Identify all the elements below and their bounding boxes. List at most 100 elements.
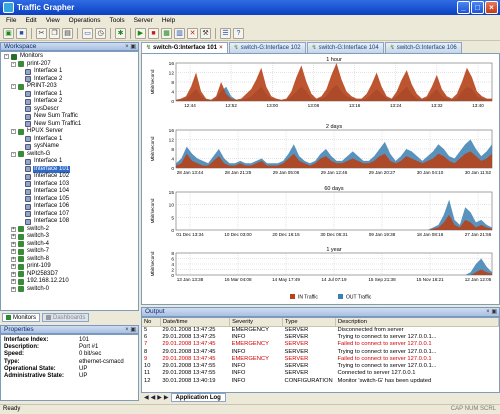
properties-icon[interactable]: ▥ <box>174 27 185 39</box>
tree-node[interactable]: - print-207 <box>1 61 138 69</box>
tree-node[interactable]: Interface 108 <box>1 218 138 226</box>
output-close-icon[interactable]: × ▣ <box>486 308 497 316</box>
expand-icon[interactable]: + <box>11 226 16 232</box>
table-row[interactable]: 6 29.01.2008 13:47:25 INFO SERVER Trying to … <box>142 333 499 340</box>
tree-node[interactable]: Interface 2 <box>1 76 138 84</box>
tree-node[interactable]: New Sum Traffic <box>1 113 138 121</box>
tree-node[interactable]: New Sum Traffic1 <box>1 121 138 129</box>
prev-page-icon[interactable]: ◀ <box>151 394 156 401</box>
expand-icon[interactable]: + <box>11 241 16 247</box>
tree-node[interactable]: - switch-G <box>1 151 138 159</box>
tree-node[interactable]: Interface 106 <box>1 203 138 211</box>
tree-node[interactable]: Interface 1 <box>1 68 138 76</box>
table-row[interactable]: 11 29.01.2008 13:47:55 INFO SERVER Connected… <box>142 370 499 377</box>
table-row[interactable]: 7 29.01.2008 13:47:45 EMERGENCY SERVER Faile… <box>142 341 499 348</box>
tree-node[interactable]: Interface 1 <box>1 91 138 99</box>
collapse-icon[interactable]: - <box>11 129 16 135</box>
tree-node[interactable]: Interface 107 <box>1 211 138 219</box>
tree-node[interactable]: + switch-4 <box>1 241 138 249</box>
monitors-tab[interactable]: Monitors <box>2 313 41 322</box>
tree-node[interactable]: Interface 102 <box>1 173 138 181</box>
close-tab-icon[interactable]: × <box>219 43 223 53</box>
tree-node[interactable]: - HPUX Server <box>1 128 138 136</box>
tree-node[interactable]: Interface 1 <box>1 136 138 144</box>
tree-node[interactable]: + switch-2 <box>1 226 138 234</box>
menu-help[interactable]: Help <box>162 15 175 26</box>
table-row[interactable]: 5 29.01.2008 13:47:25 EMERGENCY SERVER Disco… <box>142 326 499 333</box>
clock-icon[interactable]: ◷ <box>95 27 106 39</box>
tree-node[interactable]: Interface 104 <box>1 188 138 196</box>
tree-node[interactable]: Interface 1 <box>1 158 138 166</box>
tree-node[interactable]: + switch-8 <box>1 256 138 264</box>
tab-4[interactable]: ↯ switch-G:Interface 106 <box>384 42 462 53</box>
tree-node[interactable]: Interface 105 <box>1 196 138 204</box>
workspace-tree[interactable]: - Monitors - print-207 Interface 1 Interface … <box>0 51 139 311</box>
network-icon[interactable]: ✱ <box>115 27 126 39</box>
tree-node[interactable]: Interface 103 <box>1 181 138 189</box>
menu-server[interactable]: Server <box>134 15 153 26</box>
delete-icon[interactable]: ✕ <box>187 27 198 39</box>
open-icon[interactable]: ▣ <box>3 27 14 39</box>
tree-node[interactable]: sysDescr <box>1 106 138 114</box>
paste-icon[interactable]: ▤ <box>62 27 73 39</box>
tree-node[interactable]: sysName <box>1 143 138 151</box>
expand-icon[interactable]: + <box>11 256 16 262</box>
title-bar[interactable]: Traffic Grapher _ □ × <box>0 0 500 15</box>
table-row[interactable]: 10 29.01.2008 13:47:55 INFO SERVER Trying to… <box>142 362 499 369</box>
menu-edit[interactable]: Edit <box>25 15 36 26</box>
tree-node[interactable]: + NPI2583D7 <box>1 271 138 279</box>
list-icon[interactable]: ☰ <box>220 27 231 39</box>
add-monitor-icon[interactable]: ▦ <box>161 27 172 39</box>
table-row[interactable]: 9 29.01.2008 13:47:45 EMERGENCY SERVER Faile… <box>142 355 499 362</box>
close-button[interactable]: × <box>485 1 498 14</box>
copy-icon[interactable]: ❐ <box>49 27 60 39</box>
next-page-icon[interactable]: ▶ <box>157 394 162 401</box>
column-header[interactable]: Type <box>282 318 336 327</box>
tree-node[interactable]: + switch-7 <box>1 248 138 256</box>
column-header[interactable]: Date/time <box>160 318 231 327</box>
collapse-icon[interactable]: - <box>4 54 9 60</box>
first-page-icon[interactable]: ◀ <box>144 394 149 401</box>
cut-icon[interactable]: ✂ <box>36 27 47 39</box>
tab-1[interactable]: ↯ switch-G:Interface 101 × <box>141 42 228 53</box>
monitor-icon[interactable]: ▭ <box>82 27 93 39</box>
play-icon[interactable]: ▶ <box>135 27 146 39</box>
tree-node[interactable]: Interface 2 <box>1 98 138 106</box>
table-row[interactable]: 12 30.01.2008 13:40:19 INFO CONFIGURATION Mo… <box>142 377 499 384</box>
tree-node[interactable]: + switch-3 <box>1 233 138 241</box>
tree-node[interactable]: Interface 101 <box>1 165 138 173</box>
menu-tools[interactable]: Tools <box>109 15 124 26</box>
help-icon[interactable]: ? <box>233 27 244 39</box>
tree-node[interactable]: + switch-0 <box>1 286 138 294</box>
column-header[interactable]: No <box>142 318 161 327</box>
workspace-close-icon[interactable]: × ▣ <box>125 43 136 51</box>
minimize-button[interactable]: _ <box>457 1 470 14</box>
tree-node[interactable]: - Monitors <box>1 53 138 61</box>
menu-view[interactable]: View <box>46 15 60 26</box>
dashboards-tab[interactable]: Dashboards <box>42 313 90 322</box>
collapse-icon[interactable]: - <box>11 84 16 90</box>
expand-icon[interactable]: + <box>11 234 16 240</box>
expand-icon[interactable]: + <box>11 279 16 285</box>
tree-node[interactable]: +192.168.12.210 <box>1 278 138 286</box>
save-icon[interactable]: ■ <box>16 27 27 39</box>
menu-file[interactable]: File <box>6 15 16 26</box>
application-log-tab[interactable]: Application Log <box>170 393 226 402</box>
maximize-button[interactable]: □ <box>471 1 484 14</box>
collapse-icon[interactable]: - <box>11 61 16 67</box>
column-header[interactable]: Severity <box>229 318 284 327</box>
expand-icon[interactable]: + <box>11 264 16 270</box>
tools-icon[interactable]: ⚒ <box>200 27 211 39</box>
expand-icon[interactable]: + <box>11 249 16 255</box>
menu-operations[interactable]: Operations <box>69 15 101 26</box>
properties-close-icon[interactable]: × ▣ <box>125 326 136 334</box>
expand-icon[interactable]: + <box>11 286 16 292</box>
tree-node[interactable]: - PRINT-203 <box>1 83 138 91</box>
tree-node[interactable]: + print-109 <box>1 263 138 271</box>
column-header[interactable]: Description <box>335 318 499 327</box>
table-row[interactable]: 8 29.01.2008 13:47:45 INFO SERVER Trying to … <box>142 348 499 355</box>
tab-2[interactable]: ↯ switch-G:Interface 102 <box>228 42 306 53</box>
stop-icon[interactable]: ■ <box>148 27 159 39</box>
last-page-icon[interactable]: ▶ <box>164 394 169 401</box>
expand-icon[interactable]: + <box>11 271 16 277</box>
